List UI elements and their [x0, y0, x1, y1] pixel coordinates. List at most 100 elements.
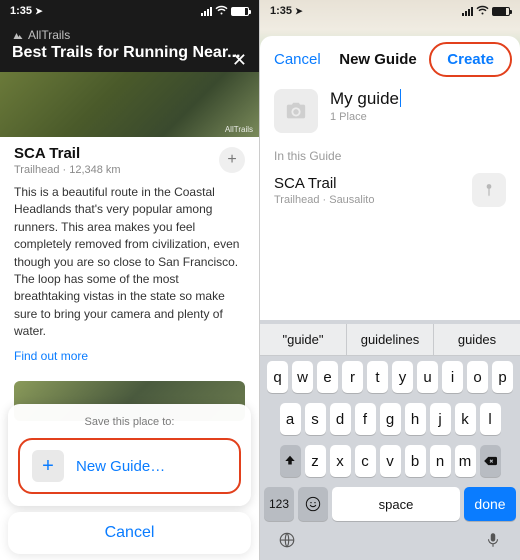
new-guide-button[interactable]: + New Guide…: [18, 438, 241, 494]
key-g[interactable]: g: [380, 403, 401, 435]
photo-watermark: AllTrails: [225, 125, 253, 134]
key-d[interactable]: d: [330, 403, 351, 435]
key-row-3: zxcvbnm: [260, 440, 520, 482]
numbers-key[interactable]: 123: [264, 487, 294, 521]
suggestion-1[interactable]: "guide": [260, 324, 346, 355]
mic-icon: [484, 531, 502, 549]
action-sheet-area: Save this place to: + New Guide… Cancel …: [0, 360, 259, 560]
key-x[interactable]: x: [330, 445, 351, 477]
key-h[interactable]: h: [405, 403, 426, 435]
item-thumbnail: [472, 173, 506, 207]
key-u[interactable]: u: [417, 361, 438, 393]
key-n[interactable]: n: [430, 445, 451, 477]
source-brand: AllTrails: [12, 28, 247, 42]
add-to-guide-button[interactable]: +: [219, 147, 245, 173]
done-key[interactable]: done: [464, 487, 516, 521]
signal-icon: [201, 6, 212, 16]
emoji-key[interactable]: [298, 487, 328, 521]
trail-photo[interactable]: AllTrails: [0, 72, 259, 137]
key-o[interactable]: o: [467, 361, 488, 393]
card-title: Best Trails for Running Near...: [12, 44, 247, 62]
new-guide-label: New Guide…: [76, 458, 165, 475]
trail-info: SCA Trail Trailhead · 12,348 km + This i…: [0, 137, 259, 373]
guide-item-row[interactable]: SCA Trail Trailhead · Sausalito: [260, 167, 520, 213]
key-v[interactable]: v: [380, 445, 401, 477]
backspace-icon: [483, 454, 497, 468]
key-w[interactable]: w: [292, 361, 313, 393]
status-bar: 1:35 ➤: [260, 0, 520, 22]
key-row-2: asdfghjkl: [260, 398, 520, 440]
shift-key[interactable]: [280, 445, 301, 477]
key-b[interactable]: b: [405, 445, 426, 477]
guide-name-input[interactable]: My guide: [330, 89, 401, 109]
status-icons: [201, 5, 249, 18]
guide-title-block: My guide 1 Place: [330, 89, 401, 123]
key-a[interactable]: a: [280, 403, 301, 435]
status-time: 1:35 ➤: [10, 5, 43, 17]
guide-header-row: My guide 1 Place: [260, 83, 520, 145]
wifi-icon: [215, 5, 228, 18]
section-header: In this Guide: [260, 145, 520, 167]
key-f[interactable]: f: [355, 403, 376, 435]
key-t[interactable]: t: [367, 361, 388, 393]
close-button[interactable]: ✕: [232, 50, 247, 71]
sheet-nav: Cancel New Guide Create: [260, 36, 520, 83]
battery-icon: [492, 7, 510, 16]
key-j[interactable]: j: [430, 403, 451, 435]
trail-description: This is a beautiful route in the Coastal…: [14, 184, 245, 341]
status-bar: 1:35 ➤: [0, 0, 259, 22]
plus-icon: +: [32, 450, 64, 482]
status-icons: [462, 5, 510, 18]
key-z[interactable]: z: [305, 445, 326, 477]
cancel-button[interactable]: Cancel: [274, 51, 321, 68]
right-screenshot: 1:35 ➤ Cancel New Guide Create: [260, 0, 520, 560]
sheet-title: New Guide: [339, 51, 417, 68]
item-name: SCA Trail: [274, 175, 374, 192]
dictation-key[interactable]: [484, 531, 502, 554]
card-header: AllTrails Best Trails for Running Near..…: [0, 22, 259, 72]
backspace-key[interactable]: [480, 445, 501, 477]
alltrails-logo-icon: [12, 29, 24, 41]
left-screenshot: 1:35 ➤ AllTrails Best Trails for Running…: [0, 0, 260, 560]
key-q[interactable]: q: [267, 361, 288, 393]
signal-icon: [462, 6, 473, 16]
emoji-icon: [305, 496, 321, 512]
keyboard-suggestions: "guide" guidelines guides: [260, 324, 520, 356]
shift-icon: [283, 454, 297, 468]
highlight-ring: [429, 42, 512, 77]
trail-name: SCA Trail: [14, 145, 245, 162]
key-y[interactable]: y: [392, 361, 413, 393]
key-row-1: qwertyuiop: [260, 356, 520, 398]
suggestion-3[interactable]: guides: [433, 324, 520, 355]
key-m[interactable]: m: [455, 445, 476, 477]
key-r[interactable]: r: [342, 361, 363, 393]
globe-icon: [278, 531, 296, 549]
key-c[interactable]: c: [355, 445, 376, 477]
keyboard: "guide" guidelines guides qwertyuiop asd…: [260, 320, 520, 560]
create-button[interactable]: Create: [435, 46, 506, 73]
key-l[interactable]: l: [480, 403, 501, 435]
globe-key[interactable]: [278, 531, 296, 554]
pin-icon: [482, 183, 496, 197]
key-e[interactable]: e: [317, 361, 338, 393]
item-subtitle: Trailhead · Sausalito: [274, 194, 374, 206]
key-s[interactable]: s: [305, 403, 326, 435]
guide-photo-placeholder[interactable]: [274, 89, 318, 133]
location-arrow-icon: ➤: [35, 6, 43, 17]
key-k[interactable]: k: [455, 403, 476, 435]
wifi-icon: [476, 5, 489, 18]
space-key[interactable]: space: [332, 487, 460, 521]
new-guide-sheet: Cancel New Guide Create My guide 1 Place…: [260, 36, 520, 560]
suggestion-2[interactable]: guidelines: [346, 324, 433, 355]
key-p[interactable]: p: [492, 361, 513, 393]
status-time: 1:35 ➤: [270, 5, 303, 17]
location-arrow-icon: ➤: [295, 6, 303, 16]
save-place-sheet: Save this place to: + New Guide…: [8, 404, 251, 506]
guide-place-count: 1 Place: [330, 111, 401, 123]
key-i[interactable]: i: [442, 361, 463, 393]
cancel-button[interactable]: Cancel: [8, 512, 251, 554]
text-cursor: [400, 89, 401, 107]
camera-icon: [285, 100, 307, 122]
keyboard-bottom-bar: [260, 527, 520, 560]
trail-subtitle: Trailhead · 12,348 km: [14, 164, 245, 176]
